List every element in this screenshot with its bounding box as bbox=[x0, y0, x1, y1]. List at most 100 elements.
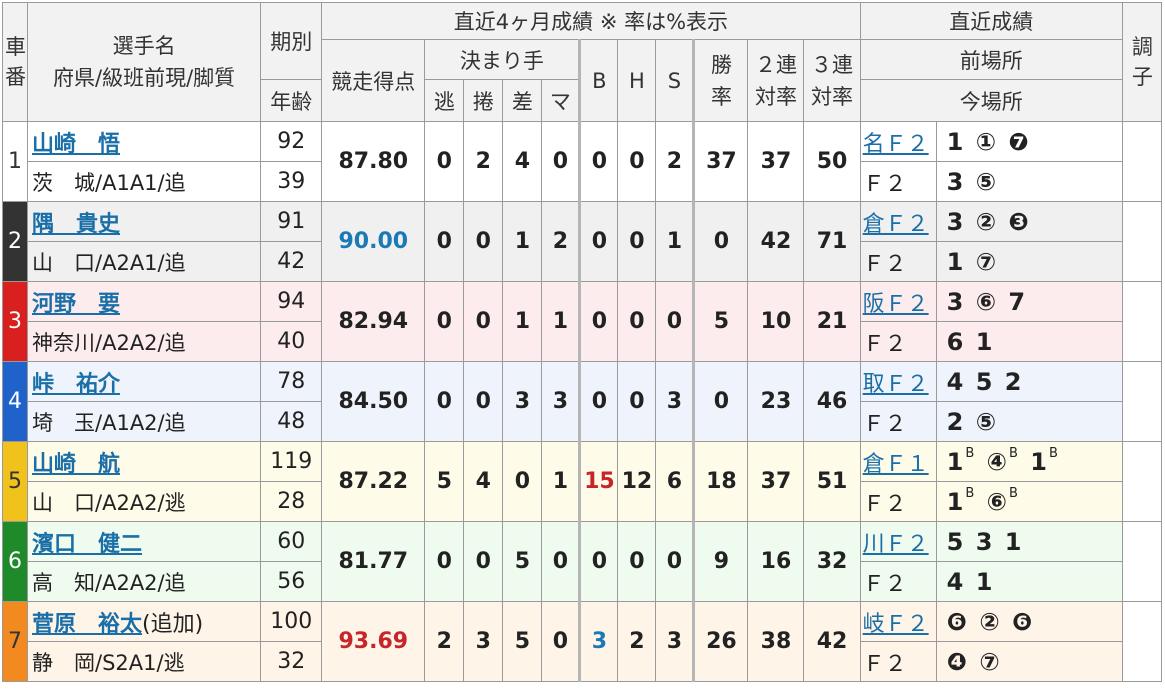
this-results: ❹ ⑦ bbox=[935, 641, 1123, 682]
racer-name-cell: 山崎 悟 bbox=[27, 121, 262, 162]
prev-venue-link[interactable]: 倉Ｆ２ bbox=[863, 212, 929, 237]
racer-age: 40 bbox=[260, 321, 323, 362]
racer-rows: 1 山崎 悟 92 87.80 0 2 4 0 0 0 2 37 37 50 名Ｆ２ 1 ① ❼ 茨 城/A1… bbox=[1, 121, 1163, 682]
prev-venue-cell: 取Ｆ２ bbox=[859, 361, 937, 402]
racer-name-link[interactable]: 濱口 健二 bbox=[32, 532, 142, 557]
stat-h: 2 bbox=[617, 601, 657, 682]
stat-s: 6 bbox=[655, 441, 695, 522]
result-mark: 5 bbox=[946, 527, 966, 556]
racer-age: 42 bbox=[260, 241, 323, 282]
racer-name-link[interactable]: 河野 要 bbox=[32, 292, 120, 317]
stat-ren3: 71 bbox=[803, 201, 861, 282]
col-this-venue: 今場所 bbox=[859, 79, 1123, 122]
stat-win: 37 bbox=[692, 121, 749, 202]
col-win-rate-label: 勝率 bbox=[710, 52, 732, 109]
stat-ren2: 23 bbox=[747, 361, 805, 442]
result-sup: B bbox=[1008, 485, 1020, 501]
stat-ren2: 42 bbox=[747, 201, 805, 282]
racer-name-cell: 菅原 裕太(追加) bbox=[27, 601, 262, 642]
col-car-no-label: 車番 bbox=[5, 35, 26, 89]
result-sup: B bbox=[1048, 445, 1060, 461]
racer-name-link[interactable]: 山崎 航 bbox=[32, 452, 120, 477]
col-win-rate: 勝率 bbox=[692, 39, 749, 122]
racer-name-link[interactable]: 菅原 裕太 bbox=[32, 612, 142, 637]
stat-nige: 0 bbox=[424, 521, 465, 602]
result-sup: B bbox=[1008, 445, 1020, 461]
result-mark: ① bbox=[975, 127, 999, 156]
racer-age: 48 bbox=[260, 401, 323, 442]
col-makuri: 捲 bbox=[463, 79, 504, 122]
stat-b: 0 bbox=[578, 361, 619, 442]
racer-age: 56 bbox=[260, 561, 323, 602]
this-venue-cell: Ｆ２ bbox=[859, 161, 937, 202]
this-venue-cell: Ｆ２ bbox=[859, 321, 937, 362]
prev-results: 1 ① ❼ bbox=[935, 121, 1123, 162]
stat-sashi: 1 bbox=[502, 281, 543, 362]
racer-name-link[interactable]: 隅 貴史 bbox=[32, 212, 120, 237]
prev-venue-cell: 岐Ｆ２ bbox=[859, 601, 937, 642]
stat-ren3: 50 bbox=[803, 121, 861, 202]
result-mark: ❼ bbox=[1008, 127, 1031, 156]
stat-b: 15 bbox=[578, 441, 619, 522]
result-mark: 1 bbox=[946, 247, 966, 276]
racer-age: 28 bbox=[260, 481, 323, 522]
stat-makuri: 3 bbox=[463, 601, 504, 682]
stat-ma: 3 bbox=[541, 361, 581, 442]
prev-venue-link[interactable]: 名Ｆ２ bbox=[863, 132, 929, 157]
result-mark: 1 bbox=[946, 487, 966, 516]
stat-h: 0 bbox=[617, 121, 657, 202]
stat-b: 0 bbox=[578, 201, 619, 282]
prev-venue-link[interactable]: 川Ｆ２ bbox=[863, 532, 929, 557]
result-mark: ⑤ bbox=[975, 407, 999, 436]
racer-pref-class: 高 知/A2A2/追 bbox=[27, 561, 262, 602]
prev-venue-cell: 倉Ｆ１ bbox=[859, 441, 937, 482]
result-mark: 2 bbox=[1004, 367, 1024, 396]
result-mark: 3 bbox=[946, 287, 966, 316]
condition-cell bbox=[1121, 201, 1163, 282]
this-results: 6 1 bbox=[935, 321, 1123, 362]
prev-venue-link[interactable]: 阪Ｆ２ bbox=[863, 292, 929, 317]
racer-name-cell: 山崎 航 bbox=[27, 441, 262, 482]
col-s: S bbox=[655, 39, 695, 122]
col-prev-venue: 前場所 bbox=[859, 39, 1123, 80]
racer-name-link[interactable]: 山崎 悟 bbox=[32, 132, 120, 157]
car-number: 3 bbox=[1, 281, 29, 362]
result-mark: 1 bbox=[946, 127, 966, 156]
stat-nige: 0 bbox=[424, 281, 465, 362]
racer-pref-class: 神奈川/A2A2/追 bbox=[27, 321, 262, 362]
result-mark: ⑦ bbox=[979, 647, 1002, 676]
condition-cell bbox=[1121, 281, 1163, 362]
stat-s: 3 bbox=[655, 361, 695, 442]
stat-win: 5 bbox=[692, 281, 749, 362]
stat-ma: 0 bbox=[541, 121, 581, 202]
stat-win: 0 bbox=[692, 201, 749, 282]
racer-name-cell: 峠 祐介 bbox=[27, 361, 262, 402]
prev-results: 3 ⑥ 7 bbox=[935, 281, 1123, 322]
col-ren2-label: ２連対率 bbox=[754, 52, 797, 109]
stat-score: 87.80 bbox=[321, 121, 426, 202]
prev-venue-link[interactable]: 倉Ｆ１ bbox=[863, 452, 929, 477]
prev-venue-link[interactable]: 取Ｆ２ bbox=[863, 372, 929, 397]
stat-b: 0 bbox=[578, 521, 619, 602]
stat-win: 0 bbox=[692, 361, 749, 442]
stat-sashi: 1 bbox=[502, 201, 543, 282]
this-results: 3 ⑤ bbox=[935, 161, 1123, 202]
result-mark: 1 bbox=[1004, 527, 1024, 556]
racer-table: 車番 選手名 府県/級班前現/脚質 期別 直近4ヶ月成績 ※ 率は%表示 直近成… bbox=[1, 2, 1163, 682]
stat-s: 2 bbox=[655, 121, 695, 202]
condition-cell bbox=[1121, 361, 1163, 442]
racer-row: 2隅 貴史 91 90.00 0 0 1 2 0 0 1 0 42 71 倉Ｆ２ 3 ② ❸ bbox=[1, 201, 1163, 282]
prev-venue-link[interactable]: 岐Ｆ２ bbox=[863, 612, 929, 637]
stat-score: 81.77 bbox=[321, 521, 426, 602]
col-score: 競走得点 bbox=[321, 39, 426, 122]
stat-ren3: 51 bbox=[803, 441, 861, 522]
col-ren2: ２連対率 bbox=[747, 39, 805, 122]
condition-cell bbox=[1121, 521, 1163, 602]
stat-nige: 5 bbox=[424, 441, 465, 522]
result-mark: 7 bbox=[1008, 287, 1028, 316]
racer-name-link[interactable]: 峠 祐介 bbox=[32, 372, 120, 397]
racer-period: 92 bbox=[260, 121, 323, 162]
col-condition: 調子 bbox=[1121, 2, 1163, 122]
col-nige: 逃 bbox=[424, 79, 465, 122]
racer-period: 91 bbox=[260, 201, 323, 242]
